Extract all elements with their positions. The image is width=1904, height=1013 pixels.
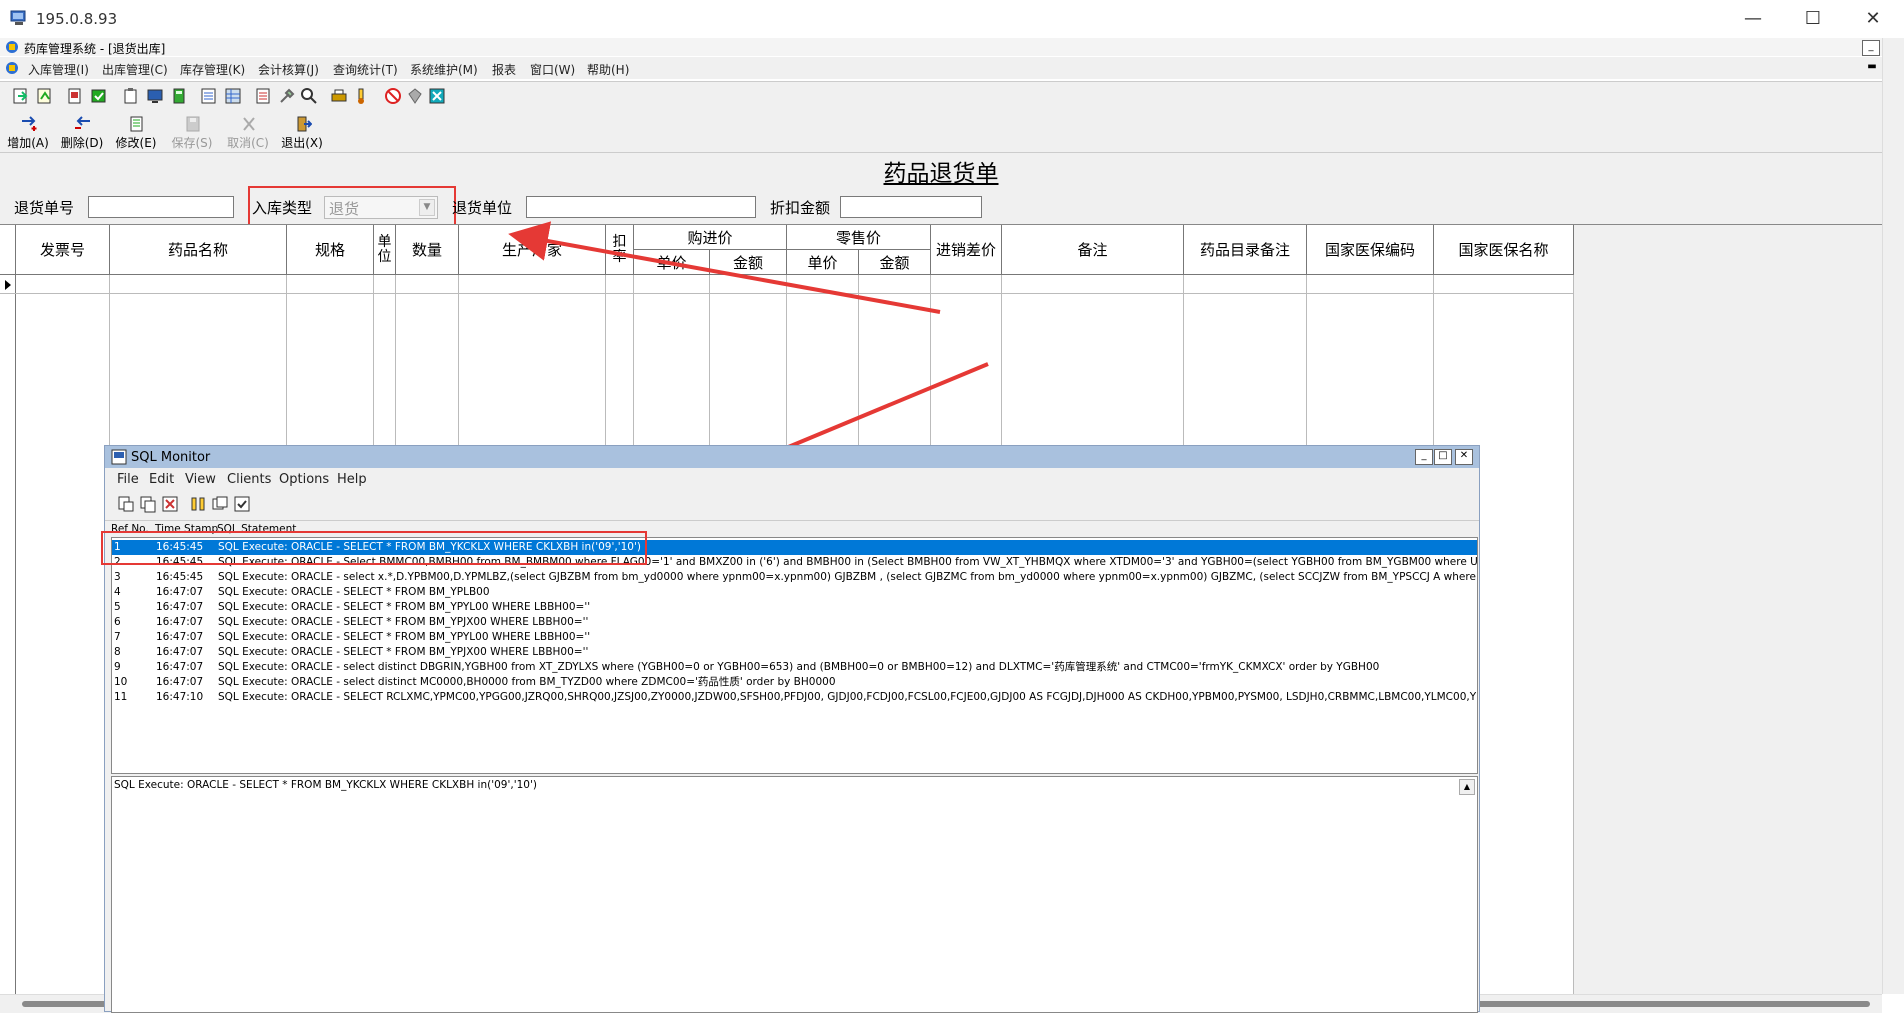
- sql-monitor-window: SQL Monitor _ □ ✕ File Edit View Clients…: [101, 445, 1480, 1013]
- sql-copy-icon[interactable]: [139, 495, 157, 513]
- sql-menu-options[interactable]: Options: [279, 472, 329, 487]
- sql-row[interactable]: 11 16:47:10 SQL Execute: ORACLE - SELECT R…: [112, 690, 1477, 705]
- sql-maximize-button[interactable]: □: [1434, 449, 1452, 465]
- sql-menu-clients[interactable]: Clients: [227, 472, 271, 487]
- sql-menu-file[interactable]: File: [117, 472, 139, 487]
- detail-scroll-up-icon[interactable]: ▲: [1459, 779, 1475, 795]
- sql-detail-pane[interactable]: SQL Execute: ORACLE - SELECT * FROM BM_Y…: [111, 776, 1478, 1013]
- sql-minimize-button[interactable]: _: [1415, 449, 1433, 465]
- sql-row[interactable]: 5 16:47:07 SQL Execute: ORACLE - SELECT * …: [112, 600, 1477, 615]
- sql-menu-help[interactable]: Help: [337, 472, 367, 487]
- sql-monitor-title: SQL Monitor: [131, 450, 211, 465]
- sql-window-icon[interactable]: [211, 495, 229, 513]
- sql-close-button[interactable]: ✕: [1455, 449, 1473, 465]
- annotation-box-sql-row: [101, 531, 647, 565]
- sql-row[interactable]: 10 16:47:07 SQL Execute: ORACLE - select d…: [112, 675, 1477, 690]
- sql-new-icon[interactable]: [117, 495, 135, 513]
- sql-options-icon[interactable]: [233, 495, 251, 513]
- sql-row[interactable]: 4 16:47:07 SQL Execute: ORACLE - SELECT * …: [112, 585, 1477, 600]
- sql-menu-edit[interactable]: Edit: [149, 472, 174, 487]
- sql-clear-icon[interactable]: [161, 495, 179, 513]
- sql-row[interactable]: 9 16:47:07 SQL Execute: ORACLE - select di…: [112, 660, 1477, 675]
- sql-row[interactable]: 6 16:47:07 SQL Execute: ORACLE - SELECT * …: [112, 615, 1477, 630]
- sql-row[interactable]: 8 16:47:07 SQL Execute: ORACLE - SELECT * …: [112, 645, 1477, 660]
- sql-toolbar: [105, 490, 1479, 521]
- sql-detail-text: SQL Execute: ORACLE - SELECT * FROM BM_Y…: [114, 779, 537, 791]
- sql-row[interactable]: 7 16:47:07 SQL Execute: ORACLE - SELECT * …: [112, 630, 1477, 645]
- sql-pause-icon[interactable]: [189, 495, 207, 513]
- sql-menu-view[interactable]: View: [185, 472, 216, 487]
- sql-log-list: 1 16:45:45 SQL Execute: ORACLE - SELECT * …: [111, 537, 1478, 774]
- sql-row[interactable]: 3 16:45:45 SQL Execute: ORACLE - select x.…: [112, 570, 1477, 585]
- sql-menu-bar: File Edit View Clients Options Help: [105, 468, 1479, 490]
- sql-monitor-caption: SQL Monitor _ □ ✕: [105, 446, 1479, 468]
- sql-monitor-icon: [111, 449, 127, 465]
- arrow-to-in-type: [508, 221, 941, 314]
